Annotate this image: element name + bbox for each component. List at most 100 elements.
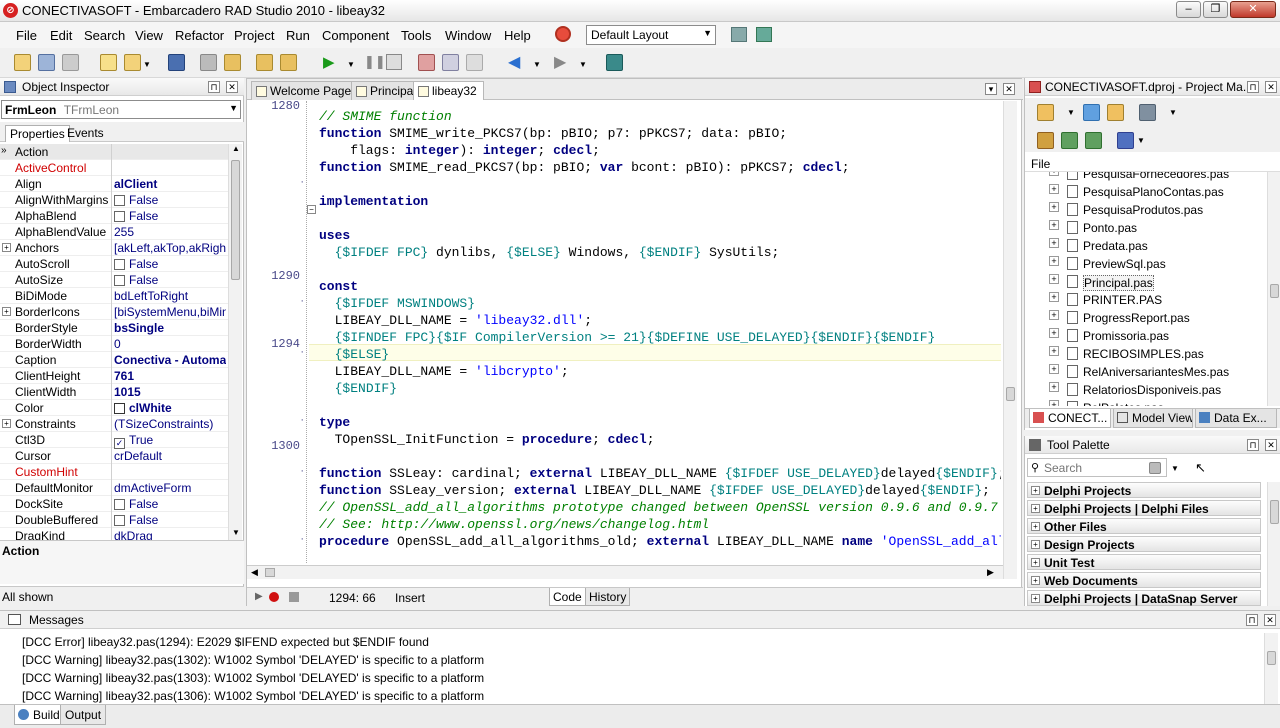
menu-window[interactable]: Window [445,28,491,43]
scrollbar-thumb[interactable] [231,160,240,280]
expand-icon[interactable]: + [1049,256,1059,266]
message-item[interactable]: [DCC Warning] libeay32.pas(1302): W1002 … [22,653,484,667]
open-icon[interactable] [124,54,141,71]
step-over-icon[interactable] [442,54,459,71]
chevron-down-icon[interactable]: ▼ [1067,108,1075,117]
property-value[interactable]: 761 [114,369,226,383]
property-row[interactable]: BiDiMode bdLeftToRight [0,288,228,304]
property-row[interactable]: ActiveControl [0,160,228,176]
checkbox[interactable] [114,195,125,206]
property-value[interactable]: False [114,513,226,527]
project-file-item[interactable]: + Principal.pas [1025,274,1265,292]
messages-scrollbar[interactable] [1264,633,1278,705]
palette-category[interactable]: + Unit Test [1027,554,1261,570]
chevron-down-icon[interactable]: ▼ [1137,136,1145,145]
pointer-icon[interactable]: ↖ [1195,460,1206,476]
property-value[interactable]: [biSystemMenu,biMinim [114,305,226,319]
tab-data-explorer[interactable]: Data Ex... [1195,409,1277,428]
property-column-divider[interactable] [111,144,112,540]
expand-icon[interactable]: + [1049,400,1059,406]
property-value[interactable]: ✓ True [114,433,226,449]
chevron-down-icon[interactable]: ▼ [579,60,587,69]
save-layout-icon[interactable] [731,27,747,42]
message-item[interactable]: [DCC Error] libeay32.pas(1294): E2029 $I… [22,635,429,649]
chevron-down-icon[interactable]: ▼ [143,60,151,69]
property-value[interactable]: False [114,209,226,223]
palette-category[interactable]: + Design Projects [1027,536,1261,552]
property-row[interactable]: Ctl3D ✓ True [0,432,228,449]
palette-category[interactable]: + Web Documents [1027,572,1261,588]
project-file-item[interactable]: + RECIBOSIMPLES.pas [1025,346,1265,364]
property-row[interactable]: Caption Conectiva - Automa [0,352,228,368]
layout-select[interactable]: Default Layout ▼ [586,25,716,45]
chevron-down-icon[interactable]: ▼ [533,60,541,69]
project-file-item[interactable]: + PesquisaFornecedores.pas [1025,172,1265,184]
property-value[interactable]: Conectiva - Automa [114,353,226,367]
property-row[interactable]: + Anchors [akLeft,akTop,akRight, [0,240,228,256]
restore-button[interactable]: ❐ [1203,1,1228,18]
new-items-icon[interactable] [14,54,31,71]
menu-help[interactable]: Help [504,28,531,43]
property-row[interactable]: AutoScroll False [0,256,228,272]
project-file-item[interactable]: + ProgressReport.pas [1025,310,1265,328]
property-row[interactable]: Cursor crDefault [0,448,228,464]
expand-icon[interactable]: + [1049,202,1059,212]
add-file-icon[interactable] [256,54,273,71]
project-file-item[interactable]: + RelAniversariantesMes.pas [1025,364,1265,382]
palette-category[interactable]: + Delphi Projects | Delphi Files [1027,500,1261,516]
property-row[interactable]: DoubleBuffered False [0,512,228,528]
expand-icon[interactable]: + [1049,310,1059,320]
project-file-item[interactable]: + Promissoria.pas [1025,328,1265,346]
tab-model-view[interactable]: Model View [1113,409,1193,428]
categories-icon[interactable] [1149,462,1161,474]
chevron-right-icon[interactable]: ▶ [987,567,994,578]
property-row[interactable]: DefaultMonitor dmActiveForm [0,480,228,496]
property-row[interactable]: AutoSize False [0,272,228,288]
menu-edit[interactable]: Edit [50,28,72,43]
property-value[interactable]: 0 [114,337,226,351]
expand-icon[interactable]: + [1049,274,1059,284]
property-row[interactable]: Align alClient [0,176,228,192]
list-view-icon[interactable] [1117,132,1134,149]
tab-welcome-page[interactable]: Welcome Page [251,81,359,100]
menu-run[interactable]: Run [286,28,310,43]
scrollbar-thumb[interactable] [1270,284,1279,298]
help-logo-icon[interactable] [555,26,571,42]
property-row[interactable]: BorderStyle bsSingle [0,320,228,336]
property-row[interactable]: + Constraints (TSizeConstraints) [0,416,228,432]
trace-into-icon[interactable] [418,54,435,71]
expand-icon[interactable]: + [1049,328,1059,338]
expand-icon[interactable]: + [1049,346,1059,356]
property-row[interactable]: BorderWidth 0 [0,336,228,352]
checkbox[interactable] [114,275,125,286]
pin-icon[interactable]: ⊓ [1247,439,1259,451]
property-row[interactable]: AlignWithMargins False [0,192,228,208]
property-row[interactable]: + BorderIcons [biSystemMenu,biMinim [0,304,228,320]
open-folder-icon[interactable] [1107,104,1124,121]
new-icon[interactable] [1083,104,1100,121]
expand-icon[interactable]: + [1049,172,1059,176]
menu-search[interactable]: Search [84,28,125,43]
project-file-item[interactable]: + PreviewSql.pas [1025,256,1265,274]
editor-hscrollbar[interactable]: ◀ ▶ [247,565,1003,579]
menu-refactor[interactable]: Refactor [175,28,224,43]
fold-collapse-icon[interactable]: − [307,205,316,214]
expand-icon[interactable]: + [1049,364,1059,374]
palette-category[interactable]: + Other Files [1027,518,1261,534]
chevron-down-icon[interactable]: ▼ [1171,464,1179,473]
scrollbar-thumb[interactable] [1006,387,1015,401]
property-value[interactable]: bsSingle [114,321,226,335]
run-icon[interactable]: ▶ [323,53,335,71]
property-row[interactable]: AlphaBlendValue 255 [0,224,228,240]
scrollbar-thumb[interactable] [1270,500,1279,524]
property-row[interactable]: ClientHeight 761 [0,368,228,384]
message-item[interactable]: [DCC Warning] libeay32.pas(1303): W1002 … [22,671,484,685]
activate-icon[interactable] [1037,104,1054,121]
pin-icon[interactable]: ⊓ [1247,81,1259,93]
open-folder-icon[interactable] [224,54,241,71]
tab-properties[interactable]: Properties [5,125,70,142]
tab-build[interactable]: Build [14,705,65,725]
back-arrow-icon[interactable]: ◀ [508,52,520,72]
property-value[interactable]: bdLeftToRight [114,289,226,303]
menu-component[interactable]: Component [322,28,389,43]
